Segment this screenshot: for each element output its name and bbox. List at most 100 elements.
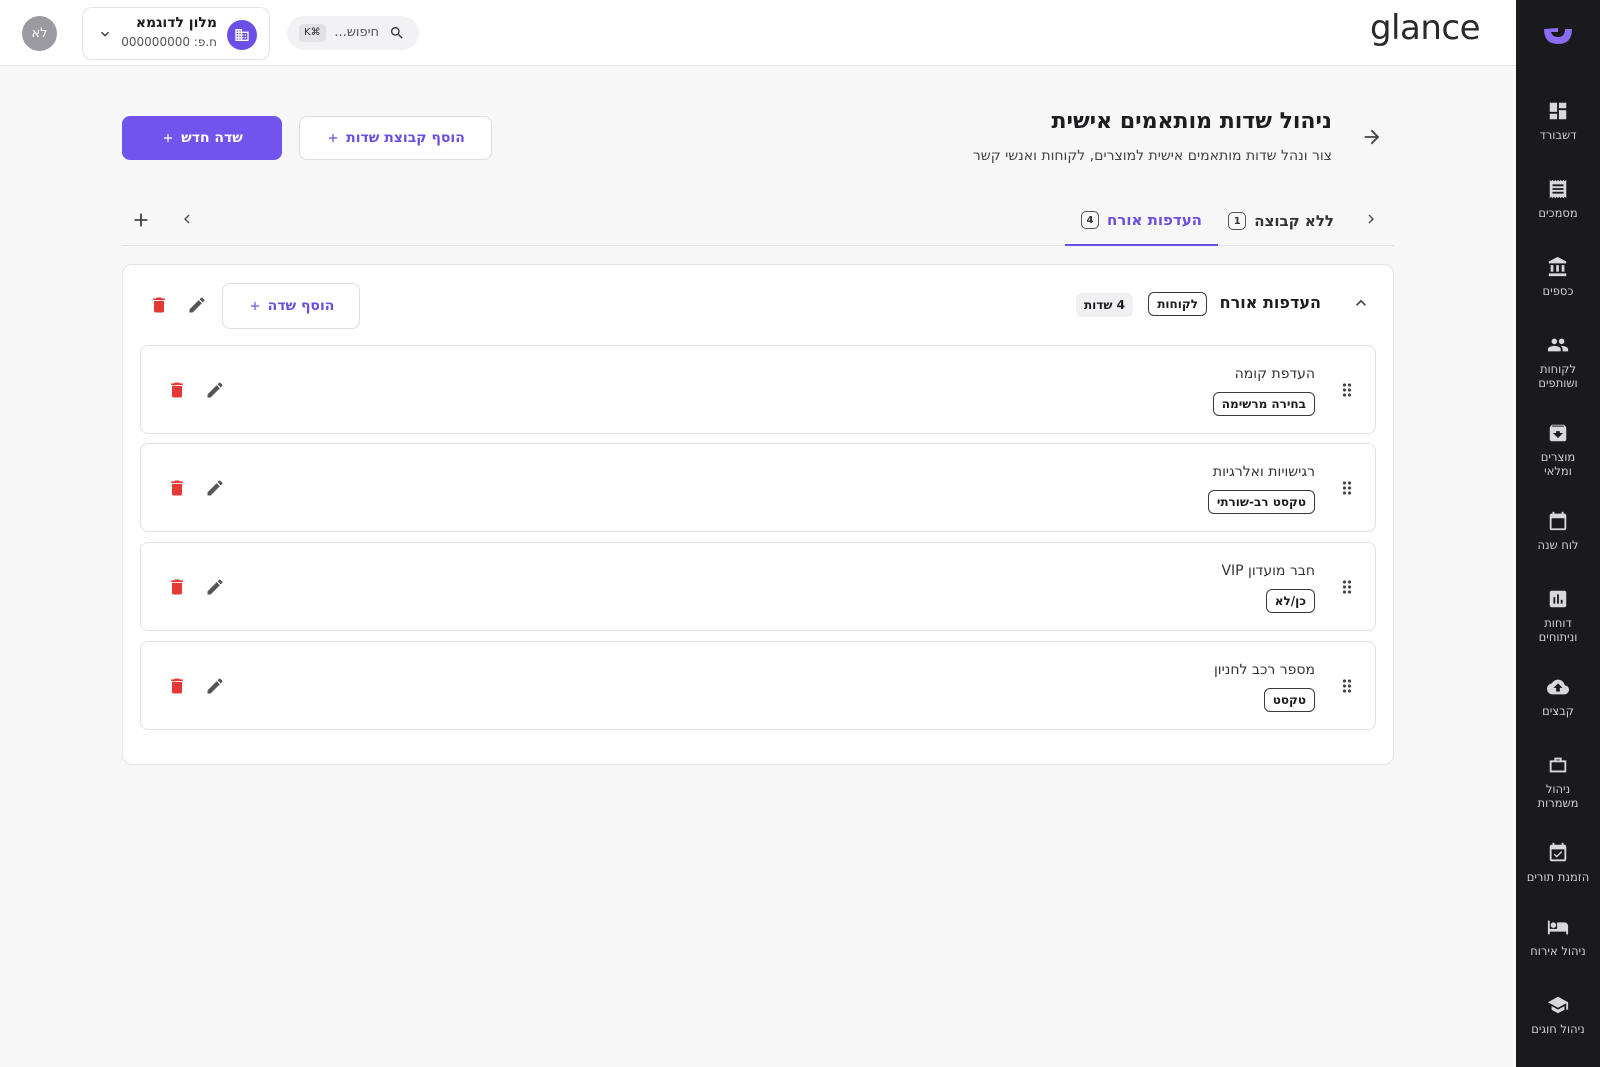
add-field-button[interactable]: הוסף שדה xyxy=(222,283,360,329)
chart-icon xyxy=(1549,590,1567,608)
back-arrow-icon[interactable] xyxy=(1361,126,1383,148)
add-tab-plus-icon[interactable] xyxy=(130,209,152,231)
plus-icon xyxy=(250,301,259,311)
sidebar-item-label: מסמכים xyxy=(1538,206,1578,220)
tab-label: ללא קבוצה xyxy=(1254,212,1334,230)
chevron-down-icon xyxy=(101,31,109,37)
chevron-left-icon[interactable] xyxy=(178,210,196,228)
tab-count-badge: 4 xyxy=(1080,211,1099,229)
building-icon xyxy=(227,20,257,50)
sidebar-item-label: קבצים xyxy=(1542,704,1574,718)
briefcase-icon xyxy=(1549,757,1567,773)
sidebar-item-appointments[interactable]: הזמנת תורים xyxy=(1516,828,1600,884)
delete-group-trash-icon[interactable] xyxy=(149,295,169,315)
edit-field-pencil-icon[interactable] xyxy=(205,577,225,597)
bed-icon xyxy=(1547,920,1569,935)
bank-icon xyxy=(1548,256,1567,277)
plus-icon xyxy=(164,133,173,143)
add-field-group-label: הוסף קבוצת שדות xyxy=(346,130,465,146)
group-header: העדפות אורח לקוחות 4 שדות הוסף שדה xyxy=(123,265,1393,345)
main-sidebar: דשבורד מסמכים כספים לקוחות ושותפים מוצרי… xyxy=(1516,0,1600,1067)
fields-count-badge: 4 שדות xyxy=(1075,293,1133,317)
add-field-group-button[interactable]: הוסף קבוצת שדות xyxy=(299,116,492,160)
sidebar-item-label: ניהול חוגים xyxy=(1531,1022,1585,1036)
add-field-label: הוסף שדה xyxy=(267,298,335,314)
group-title: העדפות אורח xyxy=(1219,293,1321,312)
search-placeholder: חיפוש... xyxy=(334,25,379,40)
sidebar-item-documents[interactable]: מסמכים xyxy=(1516,164,1600,220)
sidebar-item-dashboard[interactable]: דשבורד xyxy=(1516,86,1600,142)
field-type-tag: בחירה מרשימה xyxy=(1212,392,1315,416)
tab-count-badge: 1 xyxy=(1228,212,1247,230)
drag-handle-icon[interactable] xyxy=(1337,478,1357,498)
chevron-up-icon[interactable] xyxy=(1351,293,1371,313)
tab-label: העדפות אורח xyxy=(1106,211,1202,229)
sidebar-item-hospitality[interactable]: ניהול אירוח xyxy=(1516,902,1600,958)
sidebar-item-label: דוחות וניתוחים xyxy=(1538,616,1578,644)
delete-field-trash-icon[interactable] xyxy=(167,577,187,597)
cloud-upload-icon xyxy=(1547,679,1569,695)
avatar[interactable]: לא xyxy=(22,16,57,51)
sidebar-item-classes[interactable]: ניהול חוגים xyxy=(1516,980,1600,1036)
tab-no-group[interactable]: ללא קבוצה 1 xyxy=(1228,196,1334,246)
field-type-tag: טקסט רב-שורתי xyxy=(1207,490,1315,514)
top-bar: glance חיפוש... ⌘K מלון לדוגמא ח.פ: 0000… xyxy=(0,0,1516,66)
delete-field-trash-icon[interactable] xyxy=(167,676,187,696)
sidebar-item-label: ניהול אירוח xyxy=(1530,944,1586,958)
drag-handle-icon[interactable] xyxy=(1337,380,1357,400)
search-shortcut: ⌘K xyxy=(299,24,326,42)
sidebar-item-files[interactable]: קבצים xyxy=(1516,662,1600,718)
sidebar-item-label: דשבורד xyxy=(1539,128,1577,142)
new-field-button[interactable]: שדה חדש xyxy=(122,116,282,160)
dashboard-icon xyxy=(1549,102,1567,120)
app-logo-icon[interactable] xyxy=(1541,0,1575,72)
search-icon xyxy=(391,27,403,39)
plus-icon xyxy=(329,133,338,143)
chevron-right-icon[interactable] xyxy=(1362,210,1380,228)
calendar-check-icon xyxy=(1549,842,1567,862)
business-switcher[interactable]: מלון לדוגמא ח.פ: 000000000 xyxy=(82,7,270,60)
field-row: רגישויות ואלרגיות טקסט רב-שורתי xyxy=(140,443,1376,532)
field-row: העדפת קומה בחירה מרשימה xyxy=(140,345,1376,434)
field-row: חבר מועדון VIP כן/לא xyxy=(140,542,1376,631)
field-name: רגישויות ואלרגיות xyxy=(1212,464,1315,480)
delete-field-trash-icon[interactable] xyxy=(167,380,187,400)
field-type-tag: טקסט xyxy=(1263,688,1315,712)
business-name: מלון לדוגמא xyxy=(135,15,217,31)
sidebar-item-label: הזמנת תורים xyxy=(1526,870,1590,884)
brand-logo[interactable]: glance xyxy=(1370,8,1481,48)
business-id: ח.פ: 000000000 xyxy=(121,35,217,49)
tab-guest-preferences[interactable]: העדפות אורח 4 xyxy=(1064,196,1218,246)
drag-handle-icon[interactable] xyxy=(1337,676,1357,696)
page-subtitle: צור ונהל שדות מותאמים אישית למוצרים, לקו… xyxy=(972,148,1332,164)
calendar-icon xyxy=(1549,511,1567,531)
sidebar-item-customers[interactable]: לקוחות ושותפים xyxy=(1516,320,1600,390)
receipt-icon xyxy=(1549,179,1567,199)
archive-icon xyxy=(1549,424,1567,442)
sidebar-item-products[interactable]: מוצרים ומלאי xyxy=(1516,408,1600,478)
sidebar-item-label: ניהול משמרות xyxy=(1537,782,1579,810)
field-group-card: העדפות אורח לקוחות 4 שדות הוסף שדה העדפת… xyxy=(122,264,1394,765)
edit-field-pencil-icon[interactable] xyxy=(205,676,225,696)
sidebar-item-calendar[interactable]: לוח שנה xyxy=(1516,496,1600,552)
page-title: ניהול שדות מותאמים אישית xyxy=(1051,109,1332,134)
edit-group-pencil-icon[interactable] xyxy=(187,295,207,315)
field-name: חבר מועדון VIP xyxy=(1221,563,1315,579)
delete-field-trash-icon[interactable] xyxy=(167,478,187,498)
school-icon xyxy=(1547,996,1569,1014)
new-field-label: שדה חדש xyxy=(181,130,243,146)
edit-field-pencil-icon[interactable] xyxy=(205,478,225,498)
search-input[interactable]: חיפוש... ⌘K xyxy=(287,16,419,50)
sidebar-item-reports[interactable]: דוחות וניתוחים xyxy=(1516,574,1600,644)
field-row: מספר רכב לחניון טקסט xyxy=(140,641,1376,730)
sidebar-item-label: כספים xyxy=(1542,284,1574,298)
sidebar-item-label: מוצרים ומלאי xyxy=(1540,450,1576,478)
group-tabs: ללא קבוצה 1 העדפות אורח 4 xyxy=(122,196,1394,246)
entity-tag: לקוחות xyxy=(1148,292,1207,316)
sidebar-item-finance[interactable]: כספים xyxy=(1516,242,1600,298)
field-name: העדפת קומה xyxy=(1234,366,1315,382)
sidebar-item-label: לקוחות ושותפים xyxy=(1538,362,1578,390)
edit-field-pencil-icon[interactable] xyxy=(205,380,225,400)
drag-handle-icon[interactable] xyxy=(1337,577,1357,597)
sidebar-item-shifts[interactable]: ניהול משמרות xyxy=(1516,740,1600,810)
